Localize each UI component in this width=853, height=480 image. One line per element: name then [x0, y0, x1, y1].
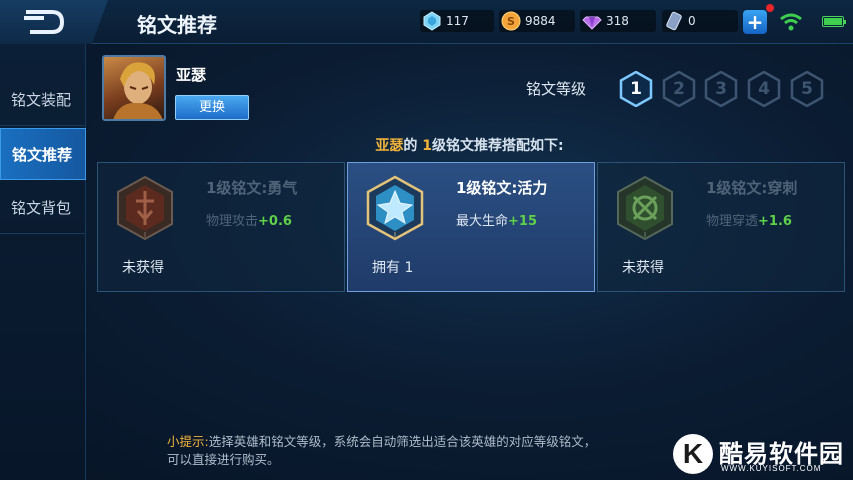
- hero-name: 亚瑟: [176, 66, 207, 84]
- voucher-icon: [666, 11, 682, 31]
- watermark: K 酷易软件园 WWW.KUYISOFT.COM: [671, 428, 853, 480]
- svg-text:S: S: [507, 15, 515, 28]
- level-3-button[interactable]: 3: [703, 70, 739, 108]
- rune-card-vitality[interactable]: I 1级铭文:活力 最大生命+15 拥有 1: [347, 162, 595, 292]
- recommend-subtitle: 亚瑟的 1级铭文推荐搭配如下:: [86, 135, 853, 155]
- card-title: 1级铭文:穿刺: [706, 179, 798, 197]
- sidebar-item-bag[interactable]: 铭文背包: [0, 182, 86, 234]
- change-hero-button[interactable]: 更换: [175, 95, 249, 120]
- crystal-value: 318: [606, 14, 629, 28]
- card-status: 拥有 1: [372, 260, 414, 276]
- sidebar-item-equip[interactable]: 铭文装配: [0, 74, 86, 126]
- card-attribute: 物理穿透+1.6: [706, 210, 792, 229]
- level-label: 铭文等级: [526, 80, 587, 98]
- watermark-logo: K: [673, 434, 713, 474]
- gold-coin-icon: S: [501, 11, 521, 31]
- subtitle-hero: 亚瑟: [375, 138, 404, 154]
- vitality-rune-icon: I: [366, 175, 424, 241]
- voucher-counter: 0: [662, 10, 738, 32]
- voucher-value: 0: [688, 14, 696, 28]
- diamond-value: 117: [446, 14, 469, 28]
- hero-row: 亚瑟 更换 铭文等级 1 2 3 4 5: [86, 45, 853, 133]
- subtitle-level: 1: [422, 138, 432, 154]
- subtitle-suffix: 的: [403, 138, 418, 154]
- card-title: 1级铭文:勇气: [206, 179, 298, 197]
- attr-value: +0.6: [258, 214, 292, 229]
- notification-dot: [766, 4, 774, 12]
- battery-icon: [822, 16, 846, 27]
- tip-body-2: 可以直接进行购买。: [167, 452, 280, 467]
- pierce-rune-icon: I: [617, 175, 673, 241]
- level-1-button[interactable]: 1: [618, 70, 654, 108]
- watermark-url: WWW.KUYISOFT.COM: [721, 464, 822, 473]
- back-button[interactable]: [0, 0, 108, 44]
- rune-card-courage[interactable]: I 1级铭文:勇气 物理攻击+0.6 未获得: [97, 162, 345, 292]
- level-1-label: 1: [630, 79, 642, 99]
- svg-text:I: I: [644, 231, 646, 239]
- tip-body: 选择英雄和铭文等级，系统会自动筛选出适合该英雄的对应等级铭文，: [208, 434, 597, 449]
- card-title: 1级铭文:活力: [456, 179, 548, 197]
- gold-value: 9884: [525, 14, 556, 28]
- attr-name: 最大生命: [456, 214, 509, 229]
- card-attribute: 物理攻击+0.6: [206, 210, 292, 229]
- card-status: 未获得: [622, 260, 664, 276]
- card-status: 未获得: [122, 260, 164, 276]
- level-4-label: 4: [758, 79, 770, 99]
- rune-card-pierce[interactable]: I 1级铭文:穿刺 物理穿透+1.6 未获得: [597, 162, 845, 292]
- level-5-button[interactable]: 5: [789, 70, 825, 108]
- subtitle-text: 级铭文推荐搭配如下:: [432, 138, 564, 154]
- level-2-label: 2: [673, 79, 685, 99]
- level-4-button[interactable]: 4: [746, 70, 782, 108]
- level-3-label: 3: [715, 79, 727, 99]
- page-title: 铭文推荐: [137, 13, 217, 37]
- card-attribute: 最大生命+15: [456, 210, 537, 229]
- diamond-counter: 117: [420, 10, 494, 32]
- diamond-icon: [423, 11, 441, 31]
- attr-value: +15: [508, 214, 537, 229]
- back-arrow-icon: [24, 10, 65, 34]
- sidebar: 铭文装配 铭文推荐 铭文背包: [0, 44, 86, 480]
- tip-text: 小提示:选择英雄和铭文等级，系统会自动筛选出适合该英雄的对应等级铭文， 可以直接…: [167, 433, 687, 469]
- courage-rune-icon: I: [117, 175, 173, 241]
- tip-lead: 小提示:: [167, 434, 209, 449]
- purple-crystal-icon: [582, 16, 602, 30]
- svg-text:I: I: [144, 231, 146, 239]
- level-2-button[interactable]: 2: [661, 70, 697, 108]
- attr-name: 物理穿透: [706, 214, 759, 229]
- add-currency-button[interactable]: +: [743, 10, 767, 34]
- gold-counter: S 9884: [499, 10, 575, 32]
- hero-avatar[interactable]: [102, 55, 166, 121]
- crystal-counter: 318: [580, 10, 656, 32]
- top-bar: 铭文推荐 117 S 9884 318 0 +: [0, 0, 853, 44]
- attr-name: 物理攻击: [206, 214, 259, 229]
- attr-value: +1.6: [758, 214, 792, 229]
- sidebar-item-recommend[interactable]: 铭文推荐: [0, 128, 86, 180]
- wifi-icon: [780, 13, 802, 31]
- level-5-label: 5: [801, 79, 813, 99]
- hero-portrait-icon: [113, 62, 163, 119]
- svg-text:I: I: [394, 231, 396, 239]
